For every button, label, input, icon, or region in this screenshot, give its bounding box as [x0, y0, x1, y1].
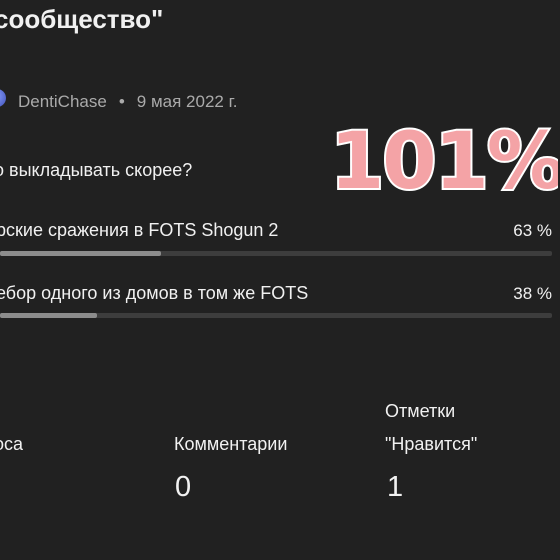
likes-count: 1 — [387, 471, 404, 503]
poll-option-1-bar-fill — [0, 251, 161, 256]
poll-option-1-bar — [0, 251, 552, 256]
poll-option-1-label[interactable]: рские сражения в FOTS Shogun 2 — [0, 220, 278, 241]
comments-label: Комментарии — [174, 434, 288, 454]
likes-label-line2: "Нравится" — [385, 434, 478, 454]
poll-question: о выкладывать скорее? — [0, 160, 193, 180]
author-row: DentiChase • 9 мая 2022 г. — [18, 92, 237, 112]
poll-option-2-bar-fill — [0, 313, 98, 318]
comments-count: 0 — [175, 471, 192, 503]
likes-label-line1: Отметки — [385, 401, 456, 421]
poll-option-2-label[interactable]: ебор одного из домов в том же FOTS — [0, 283, 308, 304]
poll-option-1-percent: 63 % — [513, 221, 552, 240]
poll-option-2-bar — [0, 313, 552, 318]
percent-badge-sticker: 101% — [328, 115, 558, 204]
author-name[interactable]: DentiChase — [18, 92, 107, 111]
votes-label: оса — [0, 434, 24, 454]
author-avatar[interactable] — [0, 89, 6, 107]
percent-badge-text: 101% — [330, 117, 558, 204]
separator-dot: • — [118, 92, 125, 111]
poll-option-2-percent: 38 % — [513, 284, 552, 303]
post-date: 9 мая 2022 г. — [136, 92, 238, 111]
post-title: сообщество" — [0, 4, 164, 34]
